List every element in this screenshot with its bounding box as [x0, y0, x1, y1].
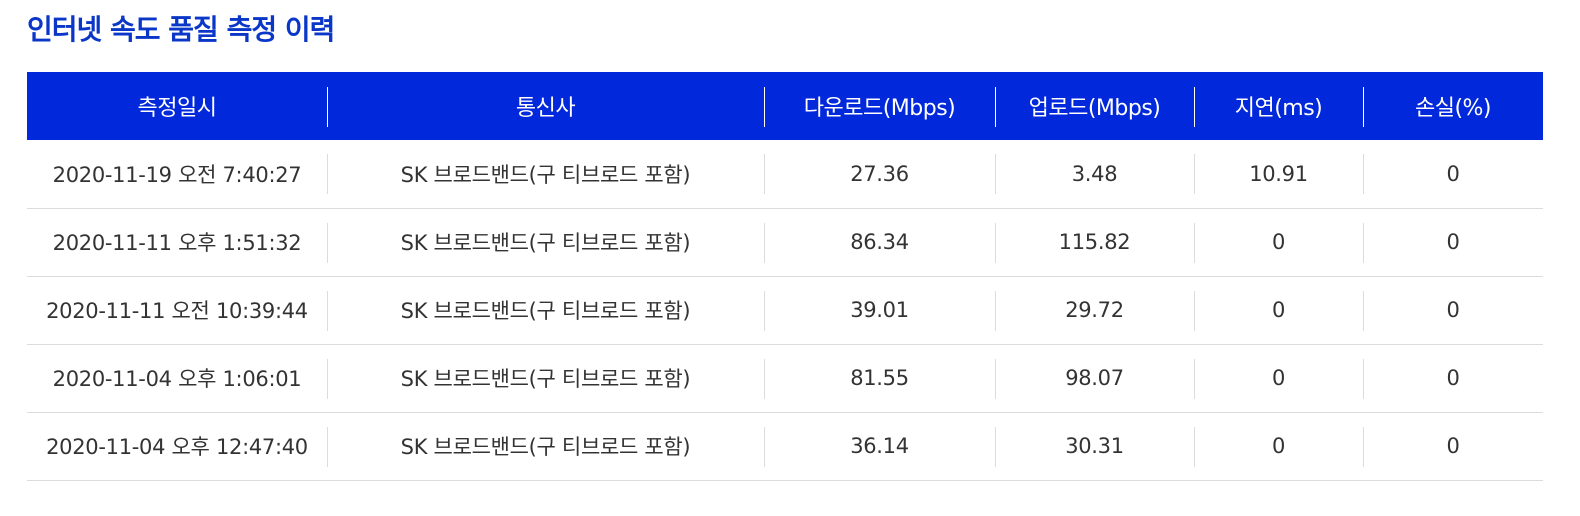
- page-title: 인터넷 속도 품질 측정 이력: [27, 13, 335, 46]
- cell-datetime: 2020-11-11 오후 1:51:32: [52, 231, 302, 255]
- cell-loss: 0: [1363, 412, 1543, 480]
- cell-datetime: 2020-11-04 오후 12:47:40: [46, 435, 308, 459]
- cell-carrier: SK 브로드밴드(구 티브로드 포함): [327, 412, 764, 480]
- cell-download: 81.55: [764, 344, 995, 412]
- header-carrier: 통신사: [327, 72, 764, 140]
- cell-loss: 0: [1363, 208, 1543, 276]
- cell-loss: 0: [1363, 344, 1543, 412]
- cell-upload: 98.07: [995, 344, 1194, 412]
- header-datetime: 측정일시: [137, 96, 217, 121]
- cell-carrier: SK 브로드밴드(구 티브로드 포함): [327, 140, 764, 208]
- table-header: 측정일시 통신사 다운로드(Mbps) 업로드(Mbps) 지연(ms) 손실(…: [27, 72, 1543, 140]
- table-row: 2020-11-11 오전 10:39:44 SK 브로드밴드(구 티브로드 포…: [27, 276, 1543, 344]
- speed-history-section: 인터넷 속도 품질 측정 이력 측정일시 통신사 다운로드(Mbps) 업로드(…: [27, 0, 1543, 480]
- header-loss: 손실(%): [1363, 72, 1543, 140]
- cell-download: 27.36: [764, 140, 995, 208]
- cell-carrier: SK 브로드밴드(구 티브로드 포함): [327, 208, 764, 276]
- cell-datetime: 2020-11-11 오전 10:39:44: [46, 299, 308, 323]
- cell-latency: 0: [1194, 344, 1363, 412]
- table-row: 2020-11-11 오후 1:51:32 SK 브로드밴드(구 티브로드 포함…: [27, 208, 1543, 276]
- cell-loss: 0: [1363, 276, 1543, 344]
- table-body: 2020-11-19 오전 7:40:27 SK 브로드밴드(구 티브로드 포함…: [27, 140, 1543, 480]
- cell-latency: 0: [1194, 412, 1363, 480]
- cell-datetime: 2020-11-04 오후 1:06:01: [52, 367, 302, 391]
- cell-loss: 0: [1363, 140, 1543, 208]
- table-row: 2020-11-04 오후 1:06:01 SK 브로드밴드(구 티브로드 포함…: [27, 344, 1543, 412]
- header-download: 다운로드(Mbps): [764, 72, 995, 140]
- speed-history-table: 측정일시 통신사 다운로드(Mbps) 업로드(Mbps) 지연(ms) 손실(…: [27, 72, 1543, 481]
- table-row: 2020-11-19 오전 7:40:27 SK 브로드밴드(구 티브로드 포함…: [27, 140, 1543, 208]
- cell-download: 86.34: [764, 208, 995, 276]
- cell-upload: 3.48: [995, 140, 1194, 208]
- cell-latency: 10.91: [1194, 140, 1363, 208]
- header-upload: 업로드(Mbps): [995, 72, 1194, 140]
- cell-upload: 115.82: [995, 208, 1194, 276]
- cell-upload: 30.31: [995, 412, 1194, 480]
- cell-datetime: 2020-11-19 오전 7:40:27: [52, 162, 302, 187]
- header-latency: 지연(ms): [1194, 72, 1363, 140]
- cell-latency: 0: [1194, 208, 1363, 276]
- cell-download: 36.14: [764, 412, 995, 480]
- header-row: 측정일시 통신사 다운로드(Mbps) 업로드(Mbps) 지연(ms) 손실(…: [27, 72, 1543, 140]
- cell-download: 39.01: [764, 276, 995, 344]
- cell-upload: 29.72: [995, 276, 1194, 344]
- table-row: 2020-11-04 오후 12:47:40 SK 브로드밴드(구 티브로드 포…: [27, 412, 1543, 480]
- cell-carrier: SK 브로드밴드(구 티브로드 포함): [327, 344, 764, 412]
- cell-latency: 0: [1194, 276, 1363, 344]
- cell-carrier: SK 브로드밴드(구 티브로드 포함): [327, 276, 764, 344]
